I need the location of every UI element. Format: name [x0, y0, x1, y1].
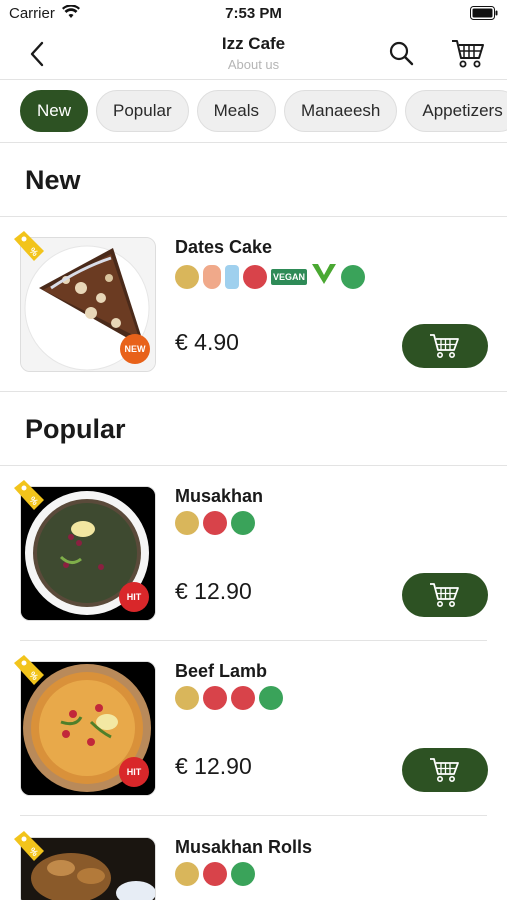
category-chip-bar: New Popular Meals Manaeesh Appetizers [0, 80, 507, 143]
vegan-label: VEGAN [271, 268, 308, 285]
milk-icon [225, 264, 239, 289]
lamb-icon [231, 686, 255, 710]
dietary-icons [175, 686, 283, 710]
clock: 7:53 PM [225, 5, 282, 22]
menu-item[interactable]: HIT % Beef Lamb € 12.90 [0, 641, 507, 816]
menu-item[interactable]: HIT % Musakhan € 12.90 [0, 466, 507, 641]
page-title: Izz Cafe [221, 34, 286, 53]
section-header-new: New [0, 143, 507, 217]
add-to-cart-button[interactable] [402, 573, 488, 617]
cart-icon[interactable] [450, 36, 486, 70]
hit-badge: HIT [119, 757, 149, 787]
search-icon[interactable] [386, 38, 418, 70]
halal-icon [231, 511, 255, 535]
menu-item[interactable]: % Musakhan Rolls [0, 817, 507, 900]
item-name: Musakhan [175, 486, 264, 506]
item-name: Musakhan Rolls [175, 837, 313, 857]
status-bar: Carrier 7:53 PM [0, 0, 507, 28]
halal-icon [341, 264, 366, 289]
section-header-popular: Popular [0, 392, 507, 466]
discount-tag-icon: % [12, 478, 46, 512]
add-to-cart-button[interactable] [402, 324, 488, 368]
dietary-icons [175, 862, 255, 886]
dietary-icons [175, 511, 255, 535]
cart-icon [430, 758, 459, 782]
menu-item[interactable]: NEW % Dates Cake VEGAN € 4.90 [0, 217, 507, 392]
section-title: Popular [25, 414, 126, 444]
chip-manaeesh[interactable]: Manaeesh [283, 90, 398, 132]
about-us-link[interactable]: About us [0, 57, 507, 72]
discount-tag-icon: % [12, 229, 46, 263]
item-name: Dates Cake [175, 237, 273, 257]
chip-new[interactable]: New [20, 90, 89, 132]
cart-icon [430, 334, 459, 358]
item-price: € 12.90 [175, 753, 252, 779]
divider [20, 815, 487, 816]
gluten-icon [175, 862, 199, 886]
poultry-icon [203, 511, 227, 535]
new-badge: NEW [120, 334, 150, 364]
egg-icon [203, 264, 221, 289]
item-name: Beef Lamb [175, 661, 268, 681]
gluten-icon [175, 511, 199, 535]
discount-tag-icon: % [12, 653, 46, 687]
navigation-bar: Izz Cafe About us [0, 28, 507, 80]
halal-icon [259, 686, 283, 710]
add-to-cart-button[interactable] [402, 748, 488, 792]
vegan-v-icon [311, 262, 337, 291]
item-price: € 12.90 [175, 578, 252, 604]
gluten-icon [175, 264, 199, 289]
beef-icon [203, 686, 227, 710]
hit-badge: HIT [119, 582, 149, 612]
section-title: New [25, 165, 81, 195]
battery-icon [470, 6, 498, 25]
discount-tag-icon: % [12, 829, 46, 863]
halal-icon [231, 862, 255, 886]
meat-icon [243, 264, 267, 289]
cart-icon [430, 583, 459, 607]
dietary-icons: VEGAN [175, 262, 366, 291]
gluten-icon [175, 686, 199, 710]
chip-appetizers[interactable]: Appetizers [405, 90, 507, 132]
poultry-icon [203, 862, 227, 886]
item-price: € 4.90 [175, 329, 239, 355]
chip-popular[interactable]: Popular [96, 90, 189, 132]
chip-meals[interactable]: Meals [196, 90, 276, 132]
